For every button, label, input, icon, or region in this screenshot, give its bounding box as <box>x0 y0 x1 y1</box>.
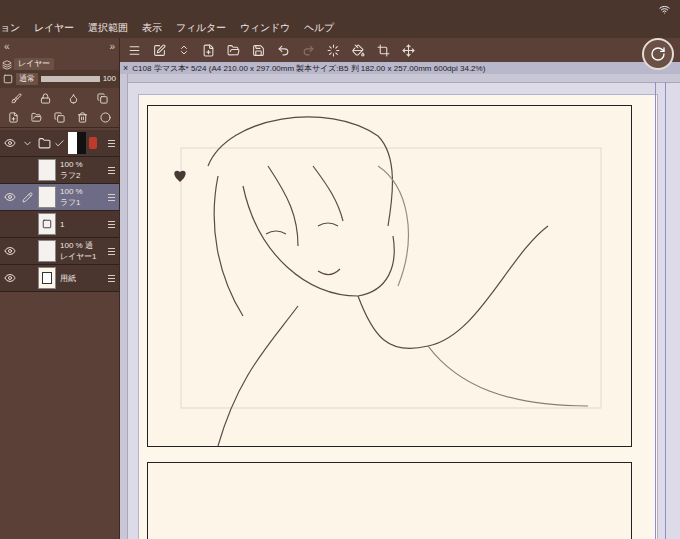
visibility-toggle[interactable] <box>0 245 20 257</box>
check-icon <box>54 138 65 149</box>
layer-row[interactable] <box>0 130 119 157</box>
layer-thumbnail <box>38 186 56 208</box>
visibility-toggle[interactable] <box>0 137 20 149</box>
rotate-button[interactable] <box>642 38 674 70</box>
menu-item[interactable]: フィルター <box>176 20 226 35</box>
chevron-icon[interactable] <box>22 138 33 149</box>
toggle-icon[interactable] <box>178 44 190 56</box>
loader-icon[interactable] <box>327 44 340 57</box>
menu-bar: ョンレイヤー選択範囲表示フィルターウィンドウヘルプ <box>0 0 680 38</box>
sketch <box>148 106 632 447</box>
droplet-icon[interactable] <box>68 93 79 104</box>
undo-icon[interactable] <box>277 44 290 57</box>
layer-opacity: 100 % <box>60 159 83 170</box>
folder-icon <box>38 137 51 150</box>
layer-row[interactable]: 1 <box>0 211 119 238</box>
layer-menu-icon[interactable] <box>108 248 119 255</box>
layer-list: 100 %ラフ2100 %ラフ11100 % 通レイヤー1用紙 <box>0 128 119 292</box>
layer-thumbnail <box>38 213 56 235</box>
layer-panel: «»レイヤー通常100100 %ラフ2100 %ラフ11100 % 通レイヤー1… <box>0 38 120 539</box>
layer-thumbnail <box>38 267 56 289</box>
folder-add-icon[interactable] <box>31 112 42 123</box>
comic-panel <box>147 105 632 447</box>
opacity-value[interactable]: 100 <box>103 73 116 85</box>
mask-add-icon[interactable] <box>100 112 111 123</box>
layers-icon <box>2 60 12 70</box>
lock-icon[interactable] <box>40 93 51 104</box>
fill-icon[interactable] <box>352 44 365 57</box>
layer-thumbnail <box>68 132 86 154</box>
ruler <box>120 74 680 83</box>
layer-name: 用紙 <box>60 273 76 284</box>
redo-icon[interactable] <box>302 44 315 57</box>
eye-icon <box>4 137 16 149</box>
eye-icon <box>4 272 16 284</box>
copy-icon[interactable] <box>97 93 108 104</box>
ruler <box>120 74 128 539</box>
layer-name: レイヤー1 <box>60 251 96 262</box>
document-title: C108 学マス本* 5/24 (A4 210.00 x 297.00mm 製本… <box>132 63 485 74</box>
layer-menu-icon[interactable] <box>108 194 119 201</box>
layer-row[interactable]: 100 %ラフ2 <box>0 157 119 184</box>
crop-icon[interactable] <box>377 44 390 57</box>
move-icon[interactable] <box>402 44 415 57</box>
pencil-icon <box>22 192 33 203</box>
menu-item[interactable]: 選択範囲 <box>88 20 128 35</box>
eye-icon <box>4 191 16 203</box>
save-icon[interactable] <box>252 44 265 57</box>
layer-menu-icon[interactable] <box>108 275 119 282</box>
layer-opacity: 100 % <box>60 186 83 197</box>
edit-icon[interactable] <box>153 44 166 57</box>
menu-item[interactable]: ヘルプ <box>304 20 334 35</box>
menu-icon[interactable] <box>128 44 141 57</box>
visibility-toggle[interactable] <box>0 272 20 284</box>
mask-icon <box>89 137 97 149</box>
duplicate-icon[interactable] <box>54 112 65 123</box>
layer-menu-icon[interactable] <box>108 221 119 228</box>
layer-row[interactable]: 用紙 <box>0 265 119 292</box>
expand-button[interactable]: » <box>109 39 115 54</box>
menu-item[interactable]: ョン <box>0 20 20 35</box>
layer-row[interactable]: 100 %ラフ1 <box>0 184 119 211</box>
menu-item[interactable]: 表示 <box>142 20 162 35</box>
layer-menu-icon[interactable] <box>108 140 119 147</box>
blend-mode-select[interactable]: 通常 <box>16 73 38 85</box>
mode-icon <box>3 74 13 84</box>
layer-row[interactable]: 100 % 通レイヤー1 <box>0 238 119 265</box>
brush-icon[interactable] <box>11 93 22 104</box>
layer-opacity: 100 % 通 <box>60 240 96 251</box>
menu-item[interactable]: レイヤー <box>34 20 74 35</box>
toolbar <box>120 38 680 62</box>
layer-name: ラフ1 <box>60 197 83 208</box>
layer-name: ラフ2 <box>60 170 83 181</box>
canvas-area[interactable] <box>120 74 680 539</box>
eye-icon <box>4 245 16 257</box>
layer-name: 1 <box>60 219 64 230</box>
comic-panel <box>147 462 632 539</box>
layer-thumbnail <box>38 240 56 262</box>
menu-item[interactable]: ウィンドウ <box>240 20 290 35</box>
layer-menu-icon[interactable] <box>108 167 119 174</box>
document-tab[interactable]: × C108 学マス本* 5/24 (A4 210.00 x 297.00mm 製… <box>120 62 680 74</box>
opacity-slider[interactable] <box>41 76 100 82</box>
layer-thumbnail <box>38 159 56 181</box>
collapse-button[interactable]: « <box>4 39 10 54</box>
trash-icon[interactable] <box>77 112 88 123</box>
new-file-icon[interactable] <box>202 44 215 57</box>
close-button[interactable]: × <box>123 63 128 74</box>
panel-tab[interactable]: レイヤー <box>14 58 54 70</box>
new-layer-icon[interactable] <box>8 112 19 123</box>
wifi-icon <box>659 4 670 15</box>
open-icon[interactable] <box>227 44 240 57</box>
rotate-icon <box>650 46 666 62</box>
visibility-toggle[interactable] <box>0 191 20 203</box>
